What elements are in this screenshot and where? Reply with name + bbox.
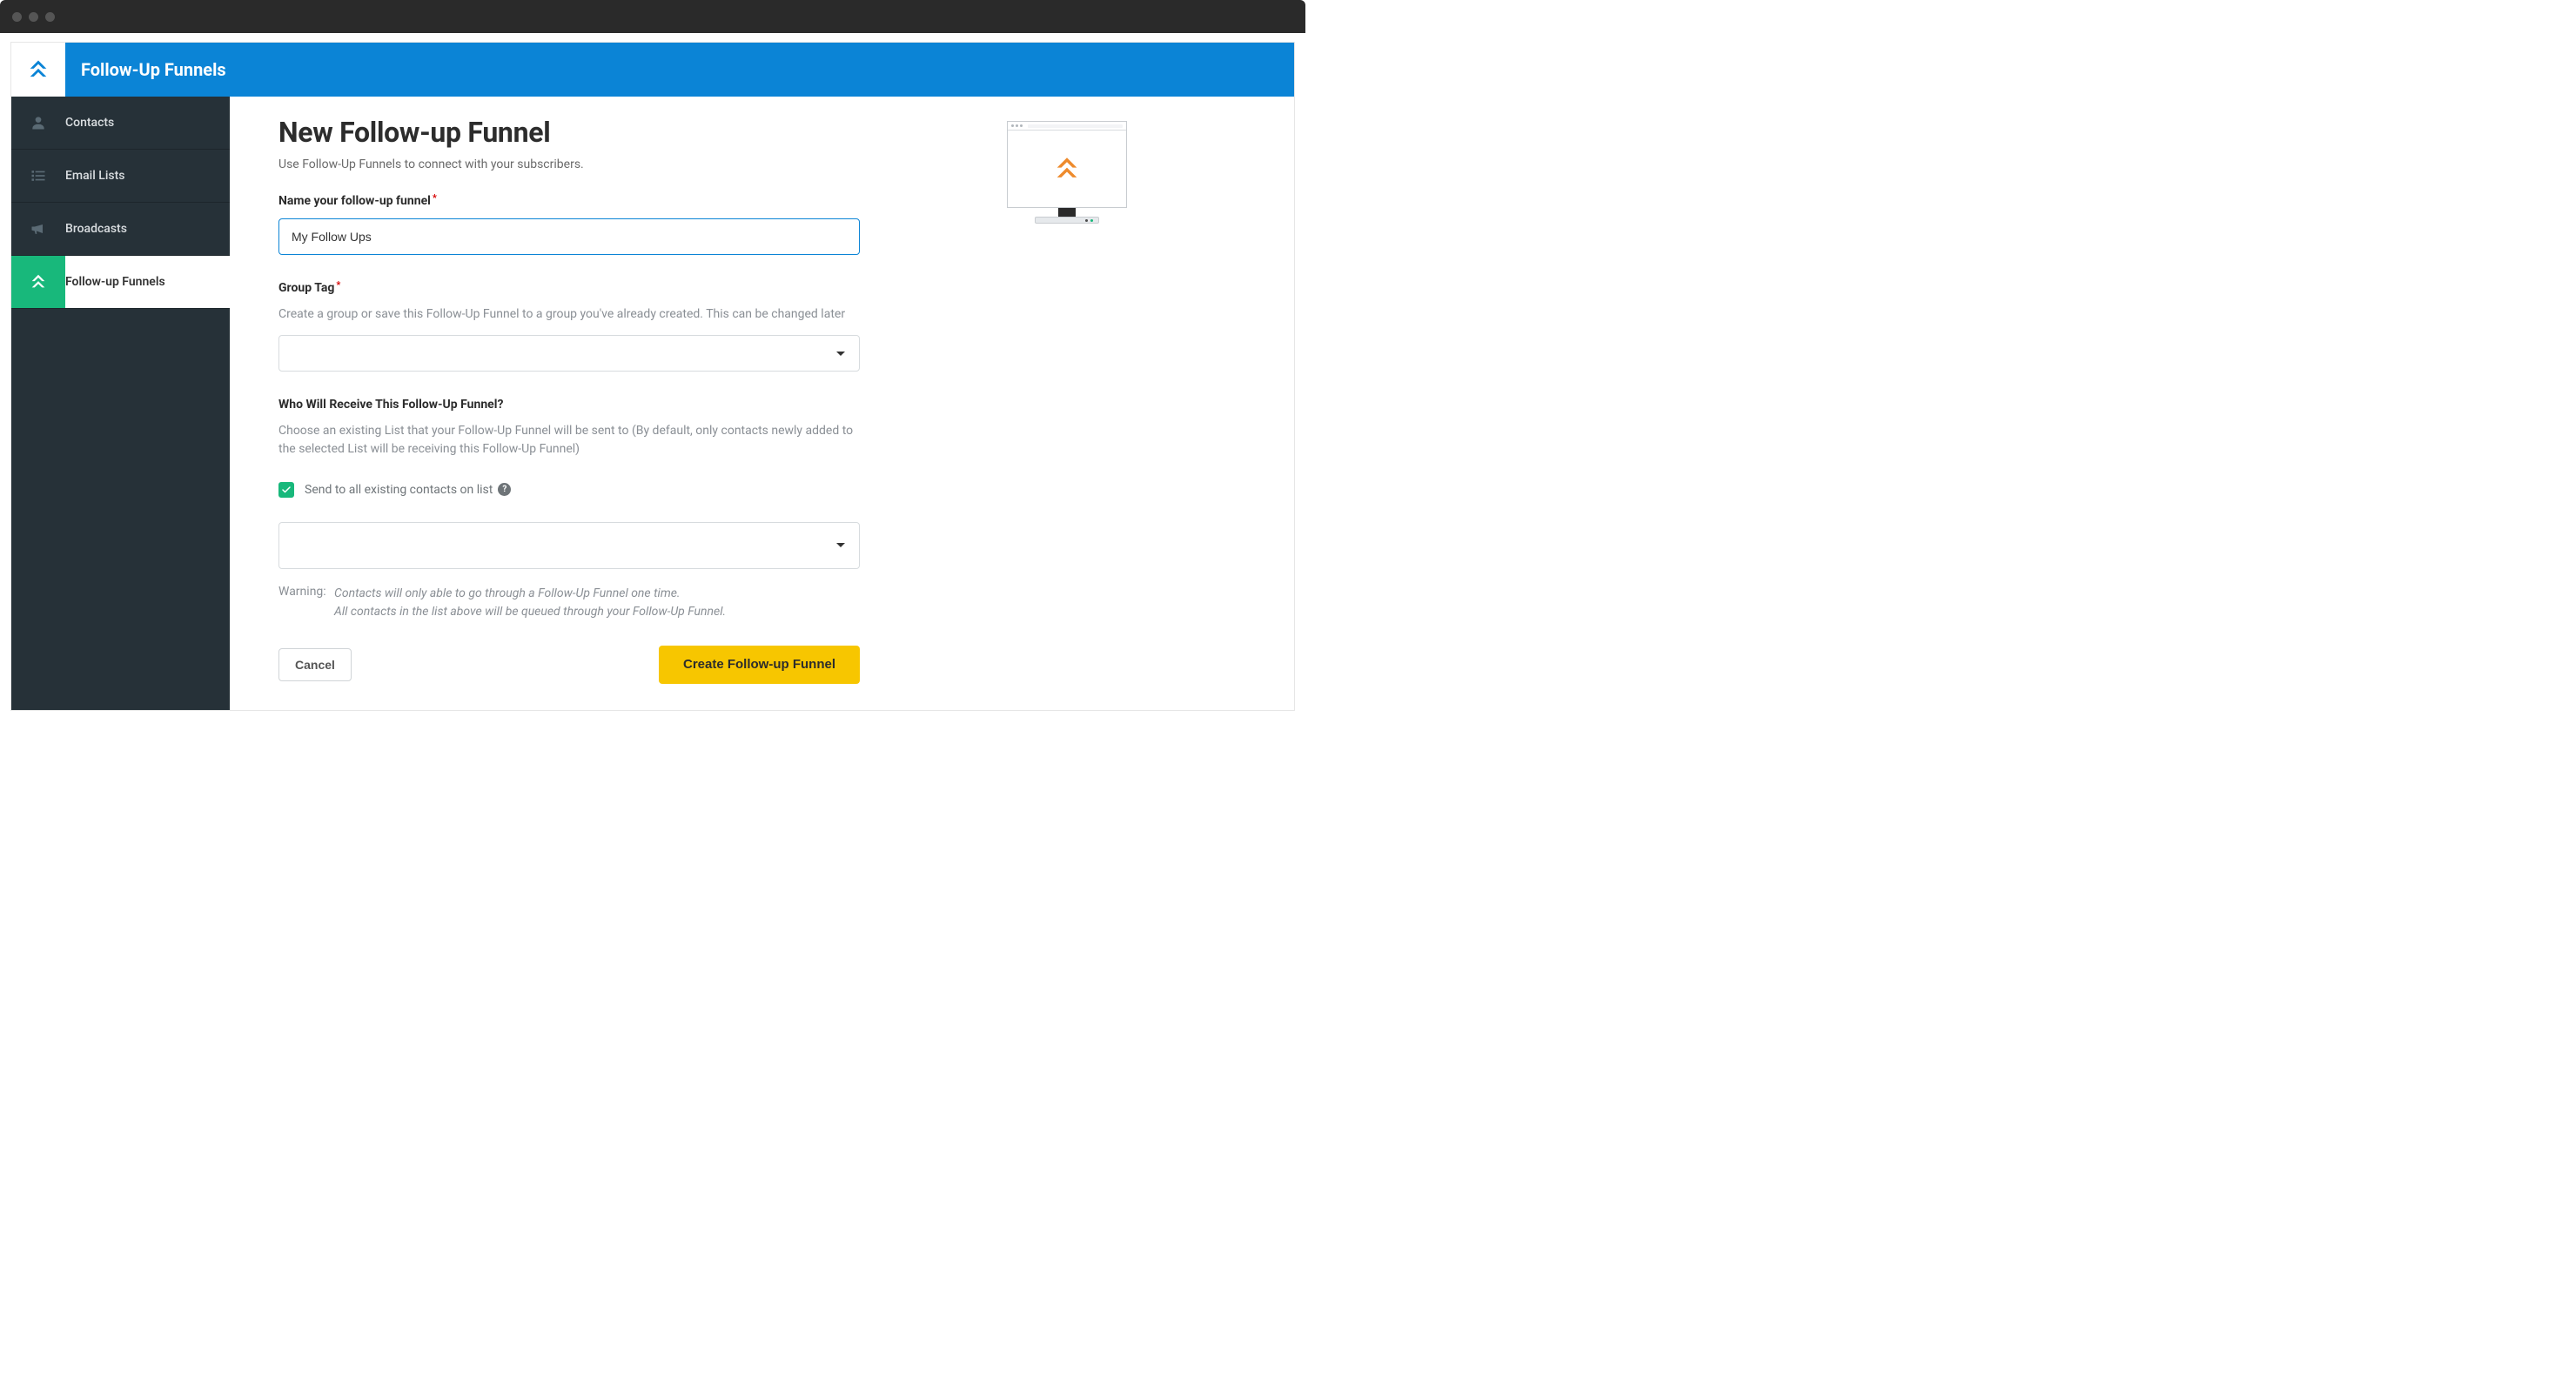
- name-field-label: Name your follow-up funnel*: [278, 194, 860, 208]
- monitor-stand-base: [1035, 217, 1099, 224]
- send-all-checkbox-label: Send to all existing contacts on list: [305, 483, 493, 497]
- chevrons-up-icon: [1052, 154, 1082, 184]
- window-zoom-dot[interactable]: [45, 12, 55, 22]
- sidebar-item-label: Email Lists: [65, 169, 124, 183]
- name-field-label-text: Name your follow-up funnel: [278, 194, 431, 208]
- monitor-illustration: [1007, 121, 1127, 224]
- person-icon: [30, 114, 47, 131]
- content-body: Contacts Email Lists: [11, 97, 1294, 710]
- chevron-down-icon: [836, 352, 845, 356]
- required-star: *: [433, 192, 437, 204]
- monitor-stand-neck: [1058, 208, 1076, 217]
- sidebar-item-email-lists[interactable]: Email Lists: [11, 150, 230, 203]
- form-column: New Follow-up Funnel Use Follow-Up Funne…: [278, 116, 860, 684]
- group-tag-section: Group Tag* Create a group or save this F…: [278, 281, 860, 372]
- group-tag-label-text: Group Tag: [278, 281, 334, 295]
- warning-body: Contacts will only able to go through a …: [334, 585, 726, 621]
- sidebar-item-broadcasts[interactable]: Broadcasts: [11, 203, 230, 256]
- recipients-section: Who Will Receive This Follow-Up Funnel? …: [278, 398, 860, 684]
- page-title: New Follow-up Funnel: [278, 116, 860, 149]
- chevrons-up-icon: [26, 57, 50, 82]
- warning-label: Warning:: [278, 585, 334, 621]
- preview-column: [860, 116, 1273, 684]
- chevrons-up-icon: [29, 272, 48, 291]
- recipients-label: Who Will Receive This Follow-Up Funnel?: [278, 398, 860, 412]
- warning-line-2: All contacts in the list above will be q…: [334, 603, 726, 621]
- funnel-name-input[interactable]: [278, 218, 860, 255]
- megaphone-icon: [30, 220, 47, 238]
- sidebar-item-label: Follow-up Funnels: [65, 275, 165, 289]
- check-icon: [281, 485, 292, 495]
- warning-block: Warning: Contacts will only able to go t…: [278, 585, 860, 621]
- main-content: New Follow-up Funnel Use Follow-Up Funne…: [230, 97, 1294, 710]
- app-frame: Follow-Up Funnels Contacts: [10, 42, 1295, 711]
- brand-badge[interactable]: [11, 43, 65, 97]
- help-icon[interactable]: ?: [498, 483, 511, 496]
- sidebar: Contacts Email Lists: [11, 97, 230, 710]
- send-all-checkbox-row: Send to all existing contacts on list ?: [278, 482, 860, 498]
- sidebar-item-label: Contacts: [65, 116, 114, 130]
- cancel-button[interactable]: Cancel: [278, 648, 352, 681]
- chevron-down-icon: [836, 543, 845, 547]
- sidebar-item-contacts[interactable]: Contacts: [11, 97, 230, 150]
- group-tag-select[interactable]: [278, 335, 860, 372]
- recipients-help: Choose an existing List that your Follow…: [278, 422, 860, 458]
- group-tag-label: Group Tag*: [278, 281, 860, 295]
- name-field-section: Name your follow-up funnel*: [278, 194, 860, 255]
- monitor-screen: [1007, 121, 1127, 208]
- top-bar: Follow-Up Funnels: [11, 43, 1294, 97]
- window-close-dot[interactable]: [12, 12, 22, 22]
- page-body: Follow-Up Funnels Contacts: [0, 33, 1305, 711]
- page-subtitle: Use Follow-Up Funnels to connect with yo…: [278, 157, 860, 171]
- send-all-checkbox[interactable]: [278, 482, 294, 498]
- required-star: *: [336, 279, 340, 291]
- group-tag-help: Create a group or save this Follow-Up Fu…: [278, 305, 860, 323]
- monitor-browser-bar: [1008, 122, 1126, 131]
- sidebar-item-label: Broadcasts: [65, 222, 127, 236]
- app-window: Follow-Up Funnels Contacts: [0, 0, 1305, 711]
- warning-line-1: Contacts will only able to go through a …: [334, 585, 726, 603]
- action-buttons: Cancel Create Follow-up Funnel: [278, 646, 860, 684]
- sidebar-item-follow-up-funnels[interactable]: Follow-up Funnels: [11, 256, 230, 309]
- window-minimize-dot[interactable]: [29, 12, 38, 22]
- recipients-list-select[interactable]: [278, 522, 860, 569]
- list-icon: [30, 167, 47, 184]
- window-titlebar: [0, 0, 1305, 33]
- page-header-title: Follow-Up Funnels: [81, 59, 226, 80]
- create-funnel-button[interactable]: Create Follow-up Funnel: [659, 646, 860, 684]
